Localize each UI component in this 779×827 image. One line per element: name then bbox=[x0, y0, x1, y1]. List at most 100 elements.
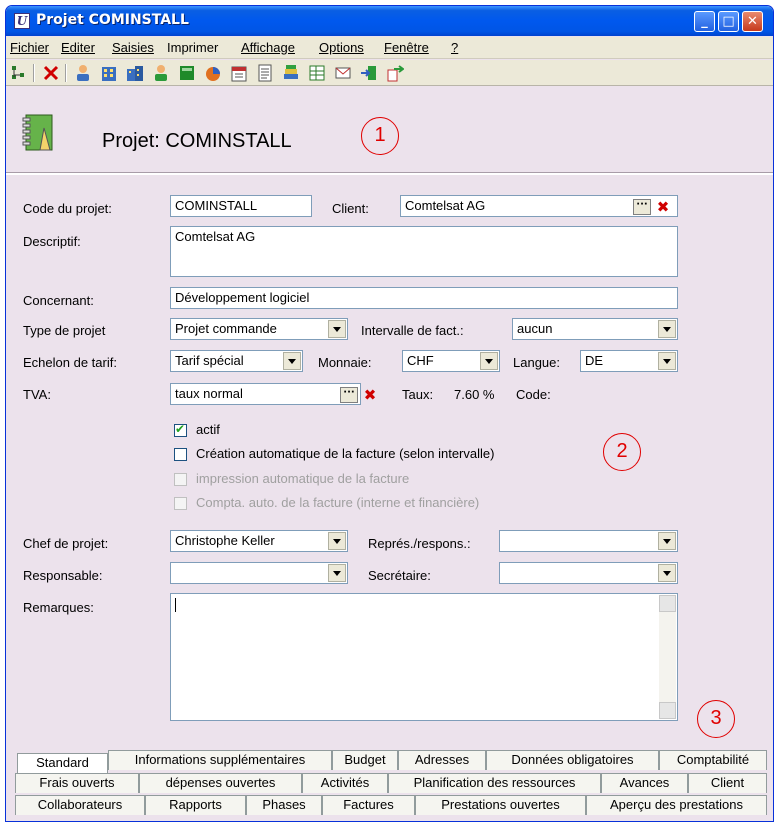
scroll-down-icon[interactable] bbox=[659, 702, 676, 719]
client-lookup-button[interactable]: ··· bbox=[633, 199, 651, 215]
monnaie-select[interactable]: CHF bbox=[402, 350, 500, 372]
maximize-icon: □ bbox=[722, 14, 735, 29]
buildings-icon[interactable] bbox=[126, 64, 144, 82]
tab-avances[interactable]: Avances bbox=[601, 773, 688, 793]
tab-comptabilite[interactable]: Comptabilité bbox=[659, 750, 767, 770]
chevron-down-icon[interactable] bbox=[328, 320, 346, 338]
tab-factures[interactable]: Factures bbox=[322, 795, 415, 815]
tab-phases[interactable]: Phases bbox=[246, 795, 322, 815]
mail-icon[interactable] bbox=[334, 64, 352, 82]
responsable-label: Responsable: bbox=[23, 568, 103, 583]
creation-label: Création automatique de la facture (selo… bbox=[196, 446, 495, 461]
title-bar[interactable]: U Projet COMINSTALL _ □ ✕ bbox=[6, 6, 773, 36]
import-icon[interactable] bbox=[386, 64, 404, 82]
export-icon[interactable] bbox=[360, 64, 378, 82]
code-tva-label: Code: bbox=[516, 387, 551, 402]
chevron-down-icon[interactable] bbox=[328, 532, 346, 550]
code-field[interactable]: COMINSTALL bbox=[170, 195, 312, 217]
annotation-marker: 2 bbox=[603, 433, 641, 471]
tva-clear-button[interactable]: ✖ bbox=[362, 387, 378, 403]
type-value: Projet commande bbox=[175, 321, 277, 336]
echelon-select[interactable]: Tarif spécial bbox=[170, 350, 303, 372]
chevron-down-icon[interactable] bbox=[658, 320, 676, 338]
clear-icon: ✖ bbox=[656, 198, 670, 216]
document-icon[interactable] bbox=[256, 64, 274, 82]
toolbar-separator bbox=[33, 64, 35, 82]
client-value: Comtelsat AG bbox=[405, 198, 486, 213]
minimize-icon: _ bbox=[701, 14, 708, 29]
compta-checkbox bbox=[174, 497, 187, 510]
tab-rapports[interactable]: Rapports bbox=[145, 795, 246, 815]
responsable-select[interactable] bbox=[170, 562, 348, 584]
taux-value: 7.60 % bbox=[454, 387, 495, 402]
annotation-marker: 1 bbox=[361, 117, 399, 155]
delete-icon[interactable] bbox=[42, 64, 60, 82]
text-caret bbox=[175, 598, 176, 612]
tree-icon[interactable] bbox=[10, 64, 28, 82]
menu-options[interactable]: Options bbox=[319, 40, 364, 55]
type-select[interactable]: Projet commande bbox=[170, 318, 348, 340]
chef-select[interactable]: Christophe Keller bbox=[170, 530, 348, 552]
repres-select[interactable] bbox=[499, 530, 678, 552]
chevron-down-icon[interactable] bbox=[658, 532, 676, 550]
stack-icon[interactable] bbox=[282, 64, 300, 82]
tab-frais-ouverts[interactable]: Frais ouverts bbox=[15, 773, 139, 793]
chart-icon[interactable] bbox=[204, 64, 222, 82]
tab-activites[interactable]: Activités bbox=[302, 773, 388, 793]
chevron-down-icon[interactable] bbox=[658, 352, 676, 370]
tab-budget[interactable]: Budget bbox=[332, 750, 398, 770]
chevron-down-icon[interactable] bbox=[283, 352, 301, 370]
remarques-textarea[interactable] bbox=[170, 593, 678, 721]
tva-lookup-button[interactable]: ··· bbox=[340, 387, 358, 403]
clear-icon: ✖ bbox=[363, 386, 377, 404]
descriptif-field[interactable]: Comtelsat AG bbox=[170, 226, 678, 277]
chevron-down-icon[interactable] bbox=[658, 564, 676, 582]
menu-editer[interactable]: Editer bbox=[61, 40, 95, 55]
notebook-icon bbox=[22, 114, 53, 151]
table-icon[interactable] bbox=[308, 64, 326, 82]
page-title: Projet: COMINSTALL bbox=[102, 130, 292, 152]
menu-fichier[interactable]: Fichier bbox=[10, 40, 49, 55]
annotation-marker: 3 bbox=[697, 700, 735, 738]
maximize-button[interactable]: □ bbox=[718, 11, 739, 32]
chevron-down-icon[interactable] bbox=[480, 352, 498, 370]
tab-depenses-ouvertes[interactable]: dépenses ouvertes bbox=[139, 773, 302, 793]
intervalle-value: aucun bbox=[517, 321, 553, 336]
tab-standard[interactable]: Standard bbox=[17, 753, 108, 773]
tab-planification[interactable]: Planification des ressources bbox=[388, 773, 601, 793]
remarques-scrollbar[interactable] bbox=[659, 595, 676, 719]
window-title: Projet COMINSTALL bbox=[36, 12, 189, 28]
client-clear-button[interactable]: ✖ bbox=[655, 199, 671, 215]
menu-fenetre[interactable]: Fenêtre bbox=[384, 40, 429, 55]
tva-label: TVA: bbox=[23, 387, 51, 402]
building-icon[interactable] bbox=[100, 64, 118, 82]
tab-apercu-prestations[interactable]: Aperçu des prestations bbox=[586, 795, 767, 815]
tab-client[interactable]: Client bbox=[688, 773, 767, 793]
chevron-down-icon[interactable] bbox=[328, 564, 346, 582]
intervalle-select[interactable]: aucun bbox=[512, 318, 678, 340]
tab-donnees[interactable]: Données obligatoires bbox=[486, 750, 659, 770]
person-icon[interactable] bbox=[74, 64, 92, 82]
tab-adresses[interactable]: Adresses bbox=[398, 750, 486, 770]
chef-value: Christophe Keller bbox=[175, 533, 275, 548]
calendar-icon[interactable] bbox=[230, 64, 248, 82]
menu-saisies[interactable]: Saisies bbox=[112, 40, 154, 55]
scroll-up-icon[interactable] bbox=[659, 595, 676, 612]
tab-informations[interactable]: Informations supplémentaires bbox=[108, 750, 332, 770]
concernant-field[interactable]: Développement logiciel bbox=[170, 287, 678, 309]
tab-prestations-ouvertes[interactable]: Prestations ouvertes bbox=[415, 795, 586, 815]
minimize-button[interactable]: _ bbox=[694, 11, 715, 32]
creation-checkbox[interactable] bbox=[174, 448, 187, 461]
secretaire-select[interactable] bbox=[499, 562, 678, 584]
menu-help[interactable]: ? bbox=[451, 40, 458, 55]
green-box-icon[interactable] bbox=[178, 64, 196, 82]
menu-affichage[interactable]: Affichage bbox=[241, 40, 295, 55]
menu-imprimer[interactable]: Imprimer bbox=[167, 40, 218, 55]
tva-field[interactable]: taux normal bbox=[170, 383, 361, 405]
actif-checkbox[interactable] bbox=[174, 422, 187, 437]
person-green-icon[interactable] bbox=[152, 64, 170, 82]
tva-value: taux normal bbox=[175, 386, 243, 401]
close-button[interactable]: ✕ bbox=[742, 11, 763, 32]
tab-collaborateurs[interactable]: Collaborateurs bbox=[15, 795, 145, 815]
langue-select[interactable]: DE bbox=[580, 350, 678, 372]
